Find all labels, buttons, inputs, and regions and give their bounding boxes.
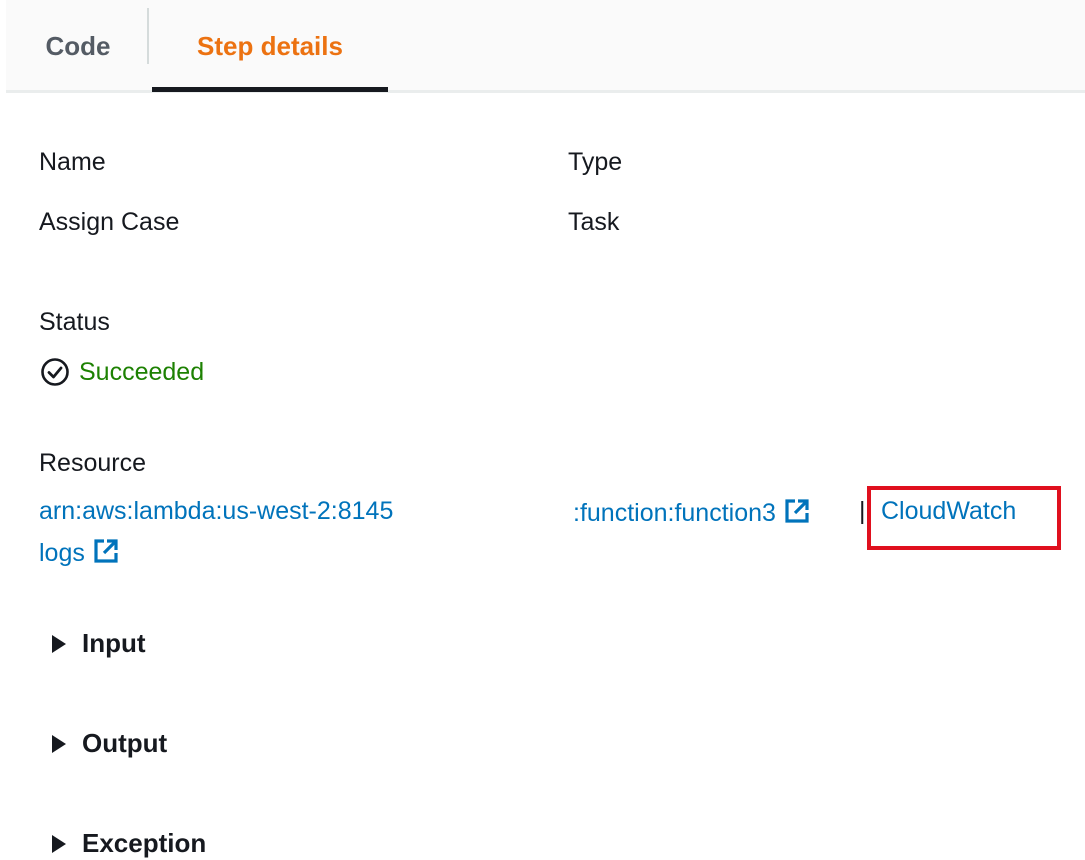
- resource-arn-link[interactable]: arn:aws:lambda:us-west-2:8145: [39, 497, 393, 526]
- cloudwatch-highlight-box: [867, 486, 1061, 550]
- name-value: Assign Case: [39, 208, 180, 236]
- active-tab-indicator: [152, 87, 388, 92]
- link-separator: |: [859, 497, 866, 525]
- external-link-icon: [785, 499, 809, 523]
- cloudwatch-logs-link-continued[interactable]: logs: [39, 537, 120, 568]
- external-link-icon: [94, 539, 118, 563]
- tab-step-details[interactable]: Step details: [152, 0, 388, 93]
- name-label: Name: [39, 148, 106, 176]
- caret-right-icon: [52, 734, 66, 753]
- status-label: Status: [39, 308, 110, 336]
- tab-divider: [147, 8, 149, 64]
- caret-right-icon: [52, 834, 66, 853]
- type-label: Type: [568, 148, 623, 176]
- resource-arn-link-end[interactable]: :function:function3: [573, 497, 811, 528]
- input-expander[interactable]: Input: [52, 628, 146, 659]
- check-circle-icon: [41, 358, 69, 386]
- exception-expander[interactable]: Exception: [52, 828, 206, 859]
- status-value: Succeeded: [79, 357, 205, 386]
- resource-label: Resource: [39, 449, 146, 477]
- caret-right-icon: [52, 634, 66, 653]
- tab-code[interactable]: Code: [22, 0, 134, 93]
- type-value: Task: [568, 208, 620, 236]
- tab-bar: Code Step details: [6, 0, 1085, 93]
- step-details-panel: Code Step details Name Assign Case Type …: [0, 0, 1085, 860]
- output-expander[interactable]: Output: [52, 728, 167, 759]
- status-indicator: Succeeded: [39, 356, 204, 388]
